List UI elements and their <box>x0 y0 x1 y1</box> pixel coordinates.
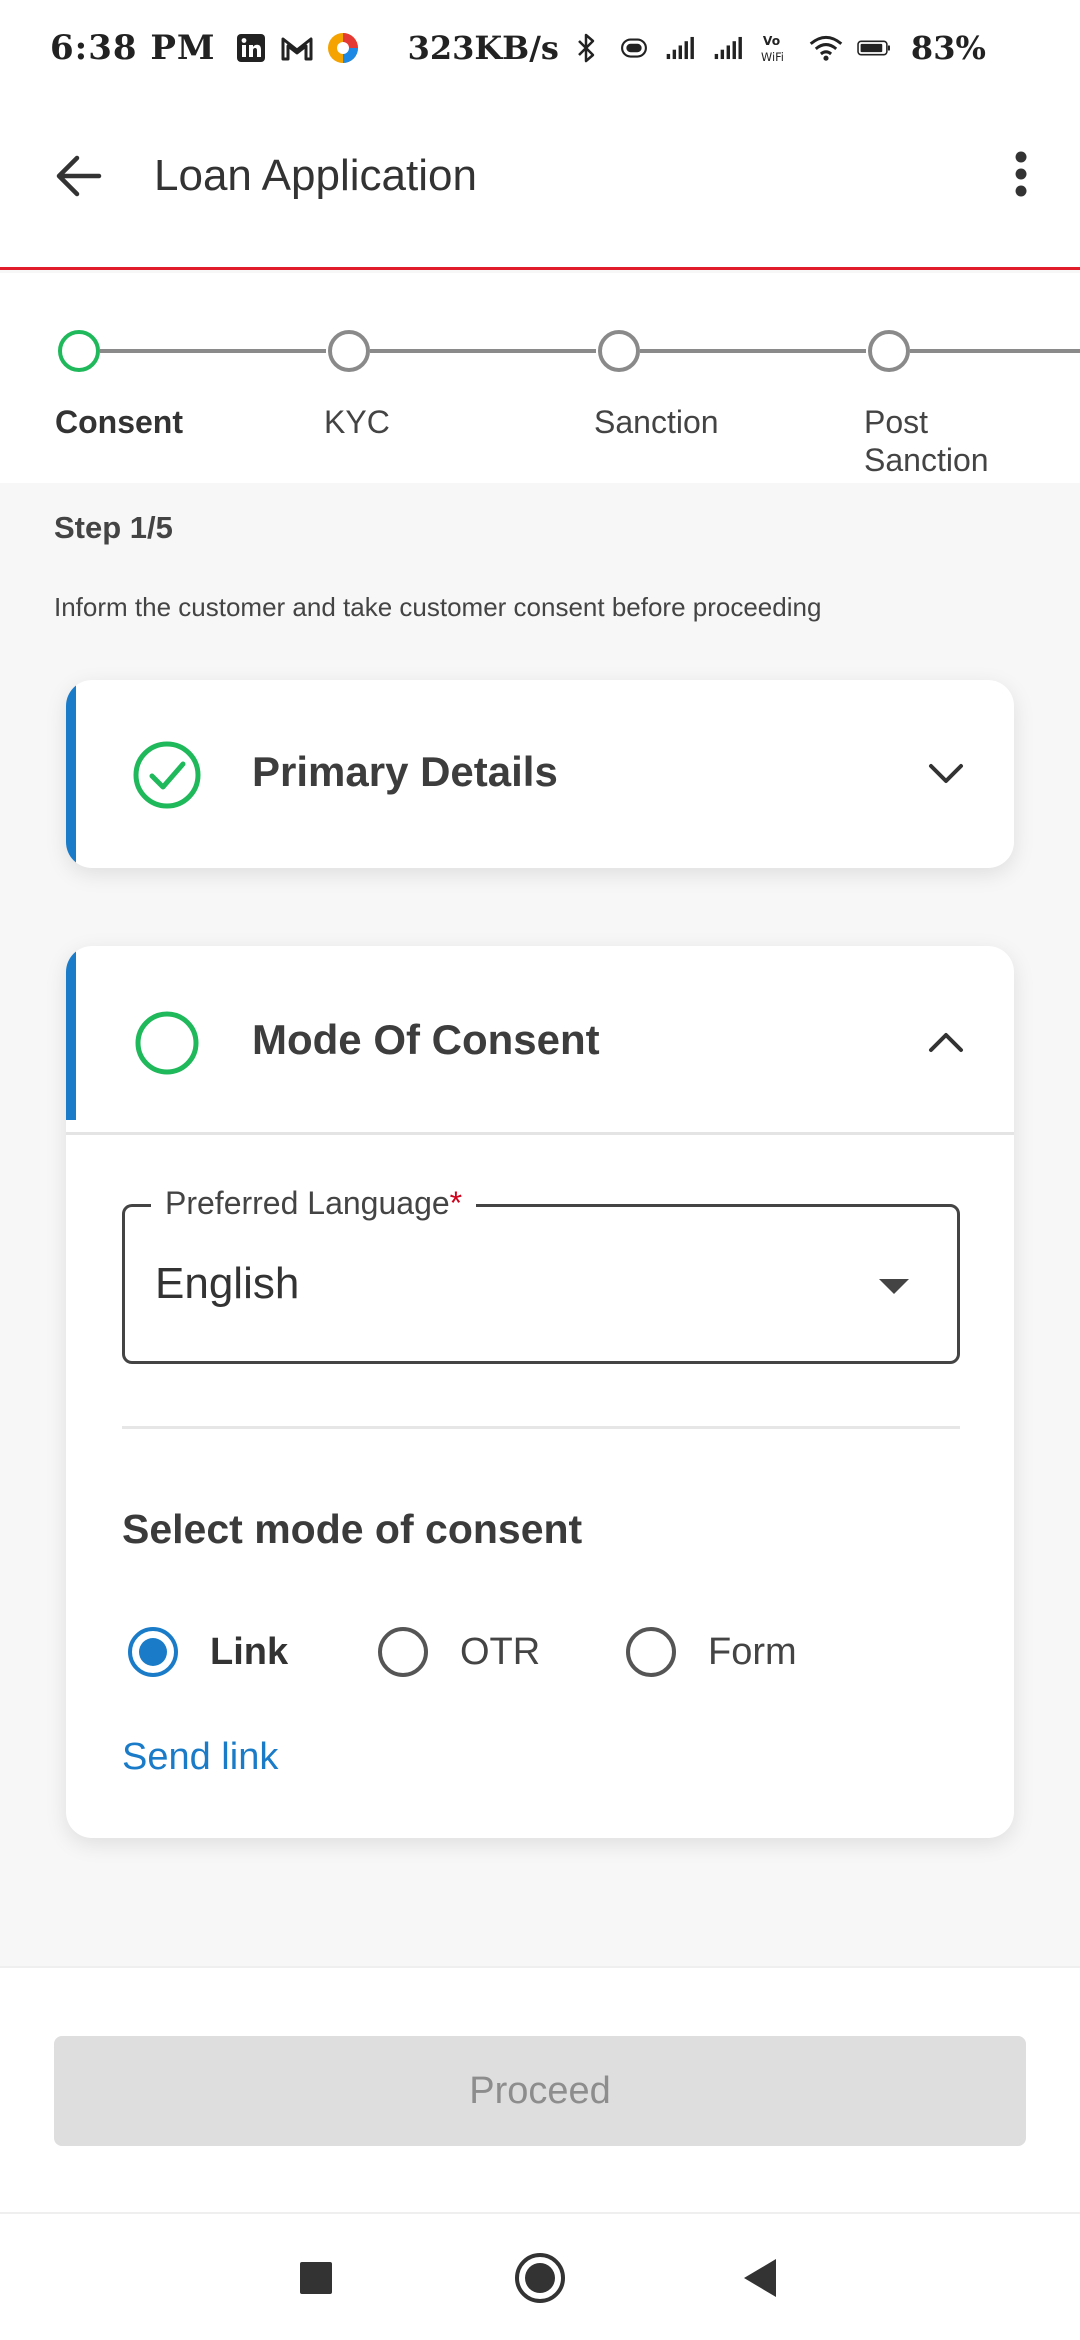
chevron-up-icon[interactable] <box>922 1018 970 1066</box>
preferred-language-select[interactable]: Preferred Language* English <box>122 1185 960 1364</box>
step-label-sanction: Sanction <box>594 404 719 440</box>
step-label-kyc: KYC <box>324 404 390 440</box>
step-connector <box>100 349 326 353</box>
status-time: 6:38 PM <box>50 28 216 68</box>
select-mode-title: Select mode of consent <box>122 1506 583 1552</box>
radio-option-otr[interactable]: OTR <box>378 1622 540 1682</box>
wifi-icon <box>809 31 843 65</box>
primary-details-title: Primary Details <box>252 748 558 795</box>
home-circle-icon[interactable] <box>510 2248 570 2308</box>
signal-icon <box>665 31 699 65</box>
back-triangle-icon[interactable] <box>730 2248 790 2308</box>
primary-details-card[interactable]: Primary Details <box>66 680 1014 868</box>
step-indicator-kyc[interactable] <box>328 330 370 372</box>
network-speed: 323KB/s <box>407 29 559 67</box>
svg-text:WiFi: WiFi <box>761 50 784 64</box>
step-indicator-consent[interactable] <box>58 330 100 372</box>
mode-of-consent-header[interactable]: Mode Of Consent <box>66 946 1014 1120</box>
radio-option-form[interactable]: Form <box>626 1622 797 1682</box>
system-nav-bar <box>0 2212 1080 2340</box>
step-count: Step 1/5 <box>54 510 173 545</box>
gmail-icon <box>280 31 314 65</box>
vibrate-icon <box>617 31 651 65</box>
recents-square-icon[interactable] <box>286 2248 346 2308</box>
consent-mode-radio-group: Link OTR Form <box>122 1622 960 1682</box>
progress-stepper: Consent KYC Sanction Post Sanction <box>0 273 1080 483</box>
chevron-down-icon[interactable] <box>922 750 970 798</box>
step-description: Inform the customer and take customer co… <box>54 592 822 622</box>
proceed-button[interactable]: Proceed <box>54 2036 1026 2146</box>
battery-icon <box>857 31 891 65</box>
step-connector <box>370 349 596 353</box>
circle-outline-icon <box>132 1008 202 1078</box>
required-mark: * <box>449 1185 463 1221</box>
radio-selected-icon[interactable] <box>128 1627 178 1677</box>
mode-of-consent-card: Mode Of Consent Preferred Language* Engl… <box>66 946 1014 1838</box>
radio-label-otr[interactable]: OTR <box>460 1631 540 1674</box>
radio-unselected-icon[interactable] <box>626 1627 676 1677</box>
arrow-left-icon[interactable] <box>48 146 108 206</box>
radio-label-form[interactable]: Form <box>708 1631 797 1674</box>
step-indicator-sanction[interactable] <box>598 330 640 372</box>
section-divider <box>122 1426 960 1429</box>
check-circle-icon <box>132 740 202 810</box>
radio-option-link[interactable]: Link <box>128 1622 288 1682</box>
footer-actions: Proceed <box>0 1966 1080 2212</box>
step-connector <box>910 349 1080 353</box>
step-label-post-sanction: Post Sanction <box>864 404 989 478</box>
page-title: Loan Application <box>154 151 477 200</box>
step-label-consent: Consent <box>55 404 183 440</box>
battery-percent: 83% <box>910 29 986 67</box>
send-link-button[interactable]: Send link <box>122 1736 278 1779</box>
app-icon <box>326 31 360 65</box>
app-bar: Loan Application <box>0 96 1080 270</box>
dropdown-caret-icon[interactable] <box>879 1279 909 1294</box>
more-vert-icon[interactable] <box>996 144 1046 204</box>
step-indicator-post-sanction[interactable] <box>868 330 910 372</box>
mode-of-consent-title: Mode Of Consent <box>252 1016 600 1063</box>
status-bar: 6:38 PM 323KB/s Vo WiFi 83% <box>0 0 1080 96</box>
radio-label-link[interactable]: Link <box>210 1631 288 1674</box>
preferred-language-value: English <box>155 1259 300 1308</box>
step-connector <box>640 349 866 353</box>
vowifi-icon: Vo WiFi <box>761 31 795 65</box>
radio-unselected-icon[interactable] <box>378 1627 428 1677</box>
svg-text:Vo: Vo <box>763 34 780 48</box>
preferred-language-label: Preferred Language* <box>151 1185 477 1222</box>
card-divider <box>66 1132 1014 1135</box>
linkedin-icon <box>234 31 268 65</box>
primary-details-header[interactable]: Primary Details <box>66 680 1014 868</box>
signal-icon <box>713 31 747 65</box>
bluetooth-icon <box>569 31 603 65</box>
